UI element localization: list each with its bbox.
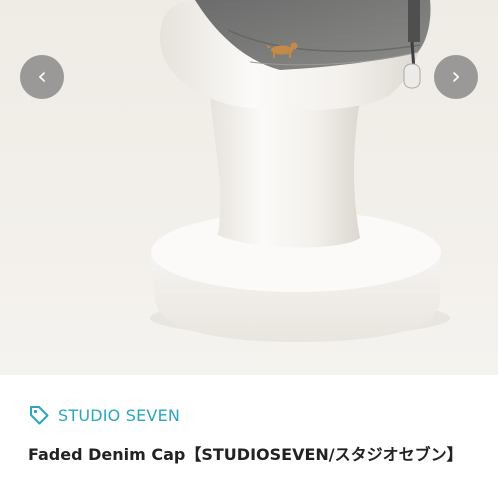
next-image-button[interactable]: ›: [434, 55, 478, 99]
tag-icon: [30, 406, 49, 425]
brand-link[interactable]: STUDIO SEVEN: [28, 402, 180, 428]
product-photo: [0, 0, 498, 375]
product-image-gallery[interactable]: ‹ ›: [0, 0, 498, 375]
brand-name: STUDIO SEVEN: [58, 405, 181, 425]
chevron-right-icon: ›: [451, 61, 461, 90]
chevron-left-icon: ‹: [37, 61, 47, 90]
previous-image-button[interactable]: ‹: [20, 55, 64, 99]
product-title: Faded Denim Cap【STUDIOSEVEN/スタジオセブン】: [28, 445, 463, 464]
